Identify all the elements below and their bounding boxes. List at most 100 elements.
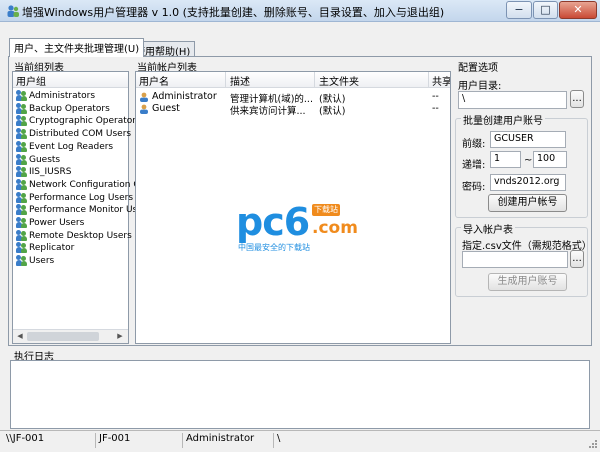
password-label: 密码: [462, 182, 486, 193]
password-input[interactable]: vnds2012.org [490, 174, 566, 191]
group-name: Power Users [29, 218, 85, 228]
status-directory: \ [277, 433, 281, 444]
user-icon [139, 104, 149, 114]
user-group-icon [16, 115, 27, 127]
user-group-icon [16, 153, 27, 165]
group-list-item[interactable]: Administrators [16, 90, 95, 103]
group-list-item[interactable]: Remote Desktop Users [16, 229, 132, 243]
group-list-item[interactable]: Backup Operators [16, 102, 110, 116]
increment-from-input[interactable]: 1 [490, 151, 521, 168]
user-group-icon [16, 191, 27, 203]
log-textarea[interactable] [10, 360, 590, 429]
watermark-badge: 下载站 [312, 204, 340, 216]
group-list-item[interactable]: Event Log Readers [16, 140, 114, 154]
account-description: 供来宾访问计算... [230, 106, 306, 117]
group-name: Users [29, 256, 55, 267]
groups-horizontal-scrollbar[interactable]: ◀ ▶ [13, 329, 128, 343]
group-list-item[interactable]: Performance Log Users [16, 191, 134, 205]
groups-list-header: 用户组 [13, 72, 128, 88]
user-group-icon [16, 217, 27, 228]
csv-file-input[interactable] [462, 251, 568, 268]
description-column-header[interactable]: 描述 [230, 73, 250, 88]
group-column-header[interactable]: 用户组 [16, 73, 46, 88]
pc6-watermark: pc6 下载站 .com 中国最安全的下载站 [236, 200, 376, 260]
account-share: -- [432, 103, 439, 114]
csv-browse-button[interactable]: ... [570, 250, 584, 268]
increment-to-input[interactable]: 100 [533, 151, 567, 168]
user-dir-label: 用户目录: [458, 81, 502, 92]
home-folder-column-header[interactable]: 主文件夹 [319, 73, 359, 88]
group-name: Performance Log Users [29, 192, 134, 203]
group-list-item[interactable]: Performance Monitor Users [16, 204, 151, 217]
group-list-item[interactable]: Guests [16, 153, 61, 167]
group-name: Event Log Readers [29, 141, 114, 152]
group-name: Guests [29, 154, 61, 165]
user-group-icon [16, 140, 27, 152]
user-group-icon [16, 166, 27, 178]
prefix-input[interactable]: GCUSER [490, 131, 566, 148]
group-name: Performance Monitor Users [29, 205, 152, 216]
maximize-button[interactable]: □ [533, 1, 558, 19]
range-tilde: ~ [524, 155, 533, 166]
increment-label: 递增: [462, 160, 486, 171]
account-row[interactable]: Administrator 管理计算机(域)的... (默认) -- [136, 91, 450, 105]
app-icon [6, 4, 20, 18]
column-divider[interactable] [314, 72, 315, 88]
minimize-button[interactable]: − [506, 1, 532, 19]
tab-user-management[interactable]: 用户、主文件夹批理管理(U) [9, 38, 145, 57]
group-name: Replicator [29, 243, 75, 254]
group-name: Backup Operators [29, 103, 110, 114]
account-home-folder: (默认) [319, 106, 346, 117]
generate-accounts-button[interactable]: 生成用户账号 [488, 273, 567, 291]
share-column-header[interactable]: 共享 [432, 73, 450, 88]
watermark-tagline: 中国最安全的下载站 [238, 243, 310, 252]
user-group-icon [16, 102, 27, 114]
group-list-item[interactable]: Replicator [16, 242, 74, 255]
user-group-icon [16, 90, 27, 101]
import-title: 导入帐户表 [461, 221, 515, 236]
status-user-name: Administrator [184, 433, 274, 448]
user-dir-browse-button[interactable]: ... [570, 90, 584, 108]
group-list-item[interactable]: Power Users [16, 217, 84, 230]
column-divider[interactable] [428, 72, 429, 88]
user-group-icon [16, 229, 27, 241]
batch-create-title: 批量创建用户账号 [461, 112, 545, 127]
user-group-icon [16, 128, 27, 140]
column-divider[interactable] [225, 72, 226, 88]
scroll-left-icon[interactable]: ◀ [13, 330, 27, 343]
account-share: -- [432, 91, 439, 102]
group-list-item[interactable]: Users [16, 255, 54, 268]
group-list-item[interactable]: Network Configuration Ope [16, 178, 152, 192]
group-list-item[interactable]: Distributed COM Users [16, 128, 131, 141]
create-accounts-button[interactable]: 创建用户帐号 [488, 194, 567, 212]
username-column-header[interactable]: 用户名 [139, 73, 169, 88]
close-button[interactable]: ✕ [559, 1, 597, 19]
group-name: Distributed COM Users [29, 129, 132, 140]
window-title: 增强Windows用户管理器 v 1.0 (支持批量创建、删除账号、目录设置、加… [22, 6, 445, 19]
account-username: Administrator [152, 91, 217, 102]
status-server-path: \\JF-001 [4, 433, 96, 448]
group-list-item[interactable]: IIS_IUSRS [16, 166, 71, 179]
user-group-icon [16, 204, 27, 216]
user-group-icon [16, 242, 27, 254]
group-name: Network Configuration Ope [29, 179, 152, 190]
user-group-icon [16, 178, 27, 190]
user-group-icon [16, 255, 27, 267]
status-computer-name: JF-001 [97, 433, 183, 448]
accounts-list[interactable]: 用户名 描述 主文件夹 共享 Administrator 管理计算机(域)的...… [135, 71, 451, 344]
account-row[interactable]: Guest 供来宾访问计算... (默认) -- [136, 103, 450, 117]
watermark-brand: pc6 [236, 200, 310, 244]
user-dir-input[interactable]: \ [458, 91, 567, 109]
groups-list[interactable]: 用户组 Administrators Backup Operators Crypto… [12, 71, 152, 344]
resize-grip-icon[interactable] [588, 439, 598, 449]
scroll-right-icon[interactable]: ▶ [113, 330, 127, 343]
config-title: 配置选项 [458, 63, 498, 74]
group-name: IIS_IUSRS [29, 167, 72, 178]
group-name: Remote Desktop Users [29, 230, 132, 241]
group-list-item[interactable]: Cryptographic Operators [16, 115, 141, 128]
status-bar: \\JF-001 JF-001 Administrator \ [0, 430, 600, 450]
scroll-thumb[interactable] [27, 332, 99, 341]
prefix-label: 前缀: [462, 139, 486, 150]
account-username: Guest [152, 103, 180, 114]
group-name: Administrators [29, 91, 96, 101]
